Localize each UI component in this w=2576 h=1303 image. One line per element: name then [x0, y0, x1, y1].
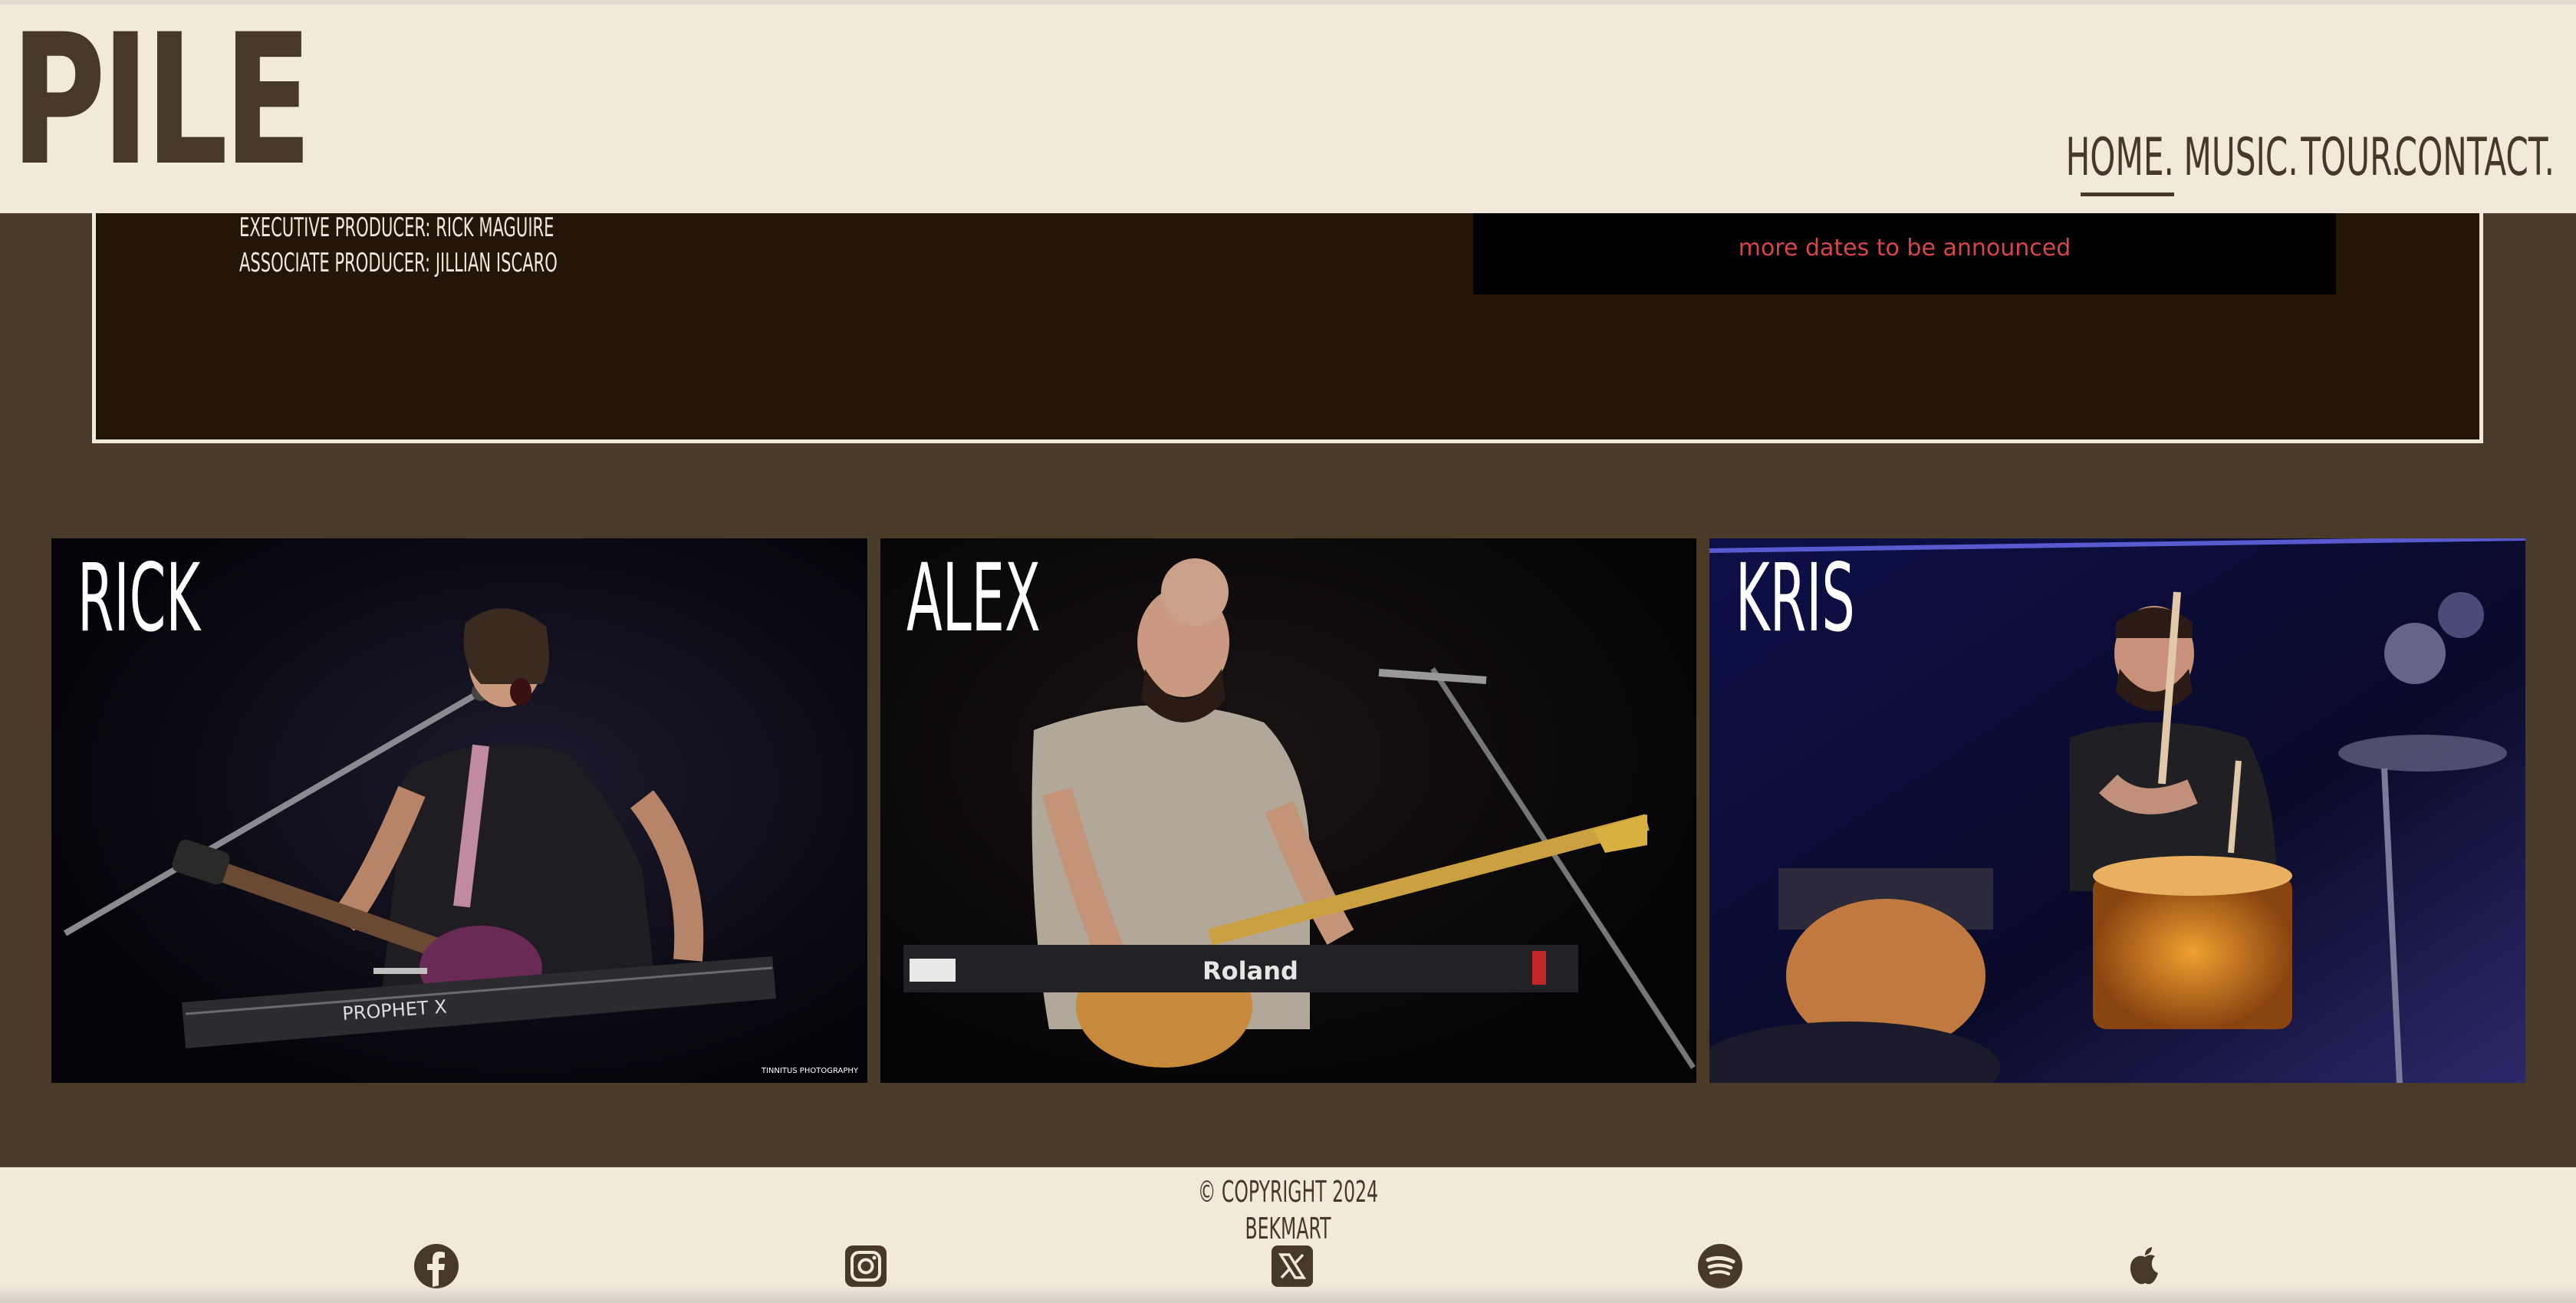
member-name-kris: KRIS: [1735, 544, 1855, 653]
member-card-kris[interactable]: KRIS: [1709, 538, 2525, 1083]
facebook-icon[interactable]: [413, 1242, 460, 1290]
nav-home-wrap: HOME.: [2066, 127, 2174, 196]
nav-music-wrap: MUSIC.: [2184, 127, 2298, 196]
executive-producer-credit: EXECUTIVE PRODUCER: RICK MAGUIRE: [239, 212, 554, 243]
album-credits: EXECUTIVE PRODUCER: RICK MAGUIRE ASSOCIA…: [239, 210, 752, 281]
site-credit: BEKMART: [1245, 1212, 1331, 1245]
member-card-rick[interactable]: PROPHET X RICK TINNITUS PHOTOGRAPHY: [51, 538, 867, 1083]
copyright-text: © COPYRIGHT 2024: [1197, 1175, 1379, 1209]
spotify-icon[interactable]: [1696, 1242, 1744, 1290]
apple-music-icon[interactable]: [2121, 1242, 2169, 1290]
photo-credit: TINNITUS PHOTOGRAPHY: [761, 1067, 858, 1075]
associate-producer-credit: ASSOCIATE PRODUCER: JILLIAN ISCARO: [239, 248, 558, 278]
member-name-alex: ALEX: [906, 544, 1041, 653]
member-card-alex[interactable]: Roland ALEX: [880, 538, 1696, 1083]
nav-contact-wrap: CONTACT.: [2395, 127, 2555, 196]
instagram-icon[interactable]: [842, 1242, 890, 1290]
more-dates-note: more dates to be announced: [1738, 235, 2071, 262]
footer-edge-shadow: [0, 1285, 2576, 1303]
band-members: PROPHET X RICK TINNITUS PHOTOGRAPHY Rola…: [51, 538, 2525, 1083]
nav-contact[interactable]: CONTACT.: [2395, 127, 2555, 189]
band-logo[interactable]: PILE: [11, 11, 312, 191]
main-nav: HOME. MUSIC. TOUR. CONTACT.: [2066, 127, 2555, 196]
site-header: PILE HOME. MUSIC. TOUR. CONTACT.: [0, 0, 2576, 213]
site-footer: © COPYRIGHT 2024 BEKMART: [0, 1167, 2576, 1303]
x-twitter-icon[interactable]: [1268, 1242, 1316, 1290]
roland-label: Roland: [1202, 956, 1298, 985]
nav-music[interactable]: MUSIC.: [2184, 127, 2298, 189]
nav-tour-wrap: TOUR.: [2301, 127, 2401, 196]
nav-tour[interactable]: TOUR.: [2301, 127, 2401, 189]
copyright-block: © COPYRIGHT 2024 BEKMART: [0, 1173, 2576, 1247]
nav-home[interactable]: HOME.: [2066, 127, 2174, 189]
member-name-rick: RICK: [77, 544, 201, 653]
photo-watermark: TINNITUS PHOTOGRAPHY: [762, 1043, 858, 1075]
